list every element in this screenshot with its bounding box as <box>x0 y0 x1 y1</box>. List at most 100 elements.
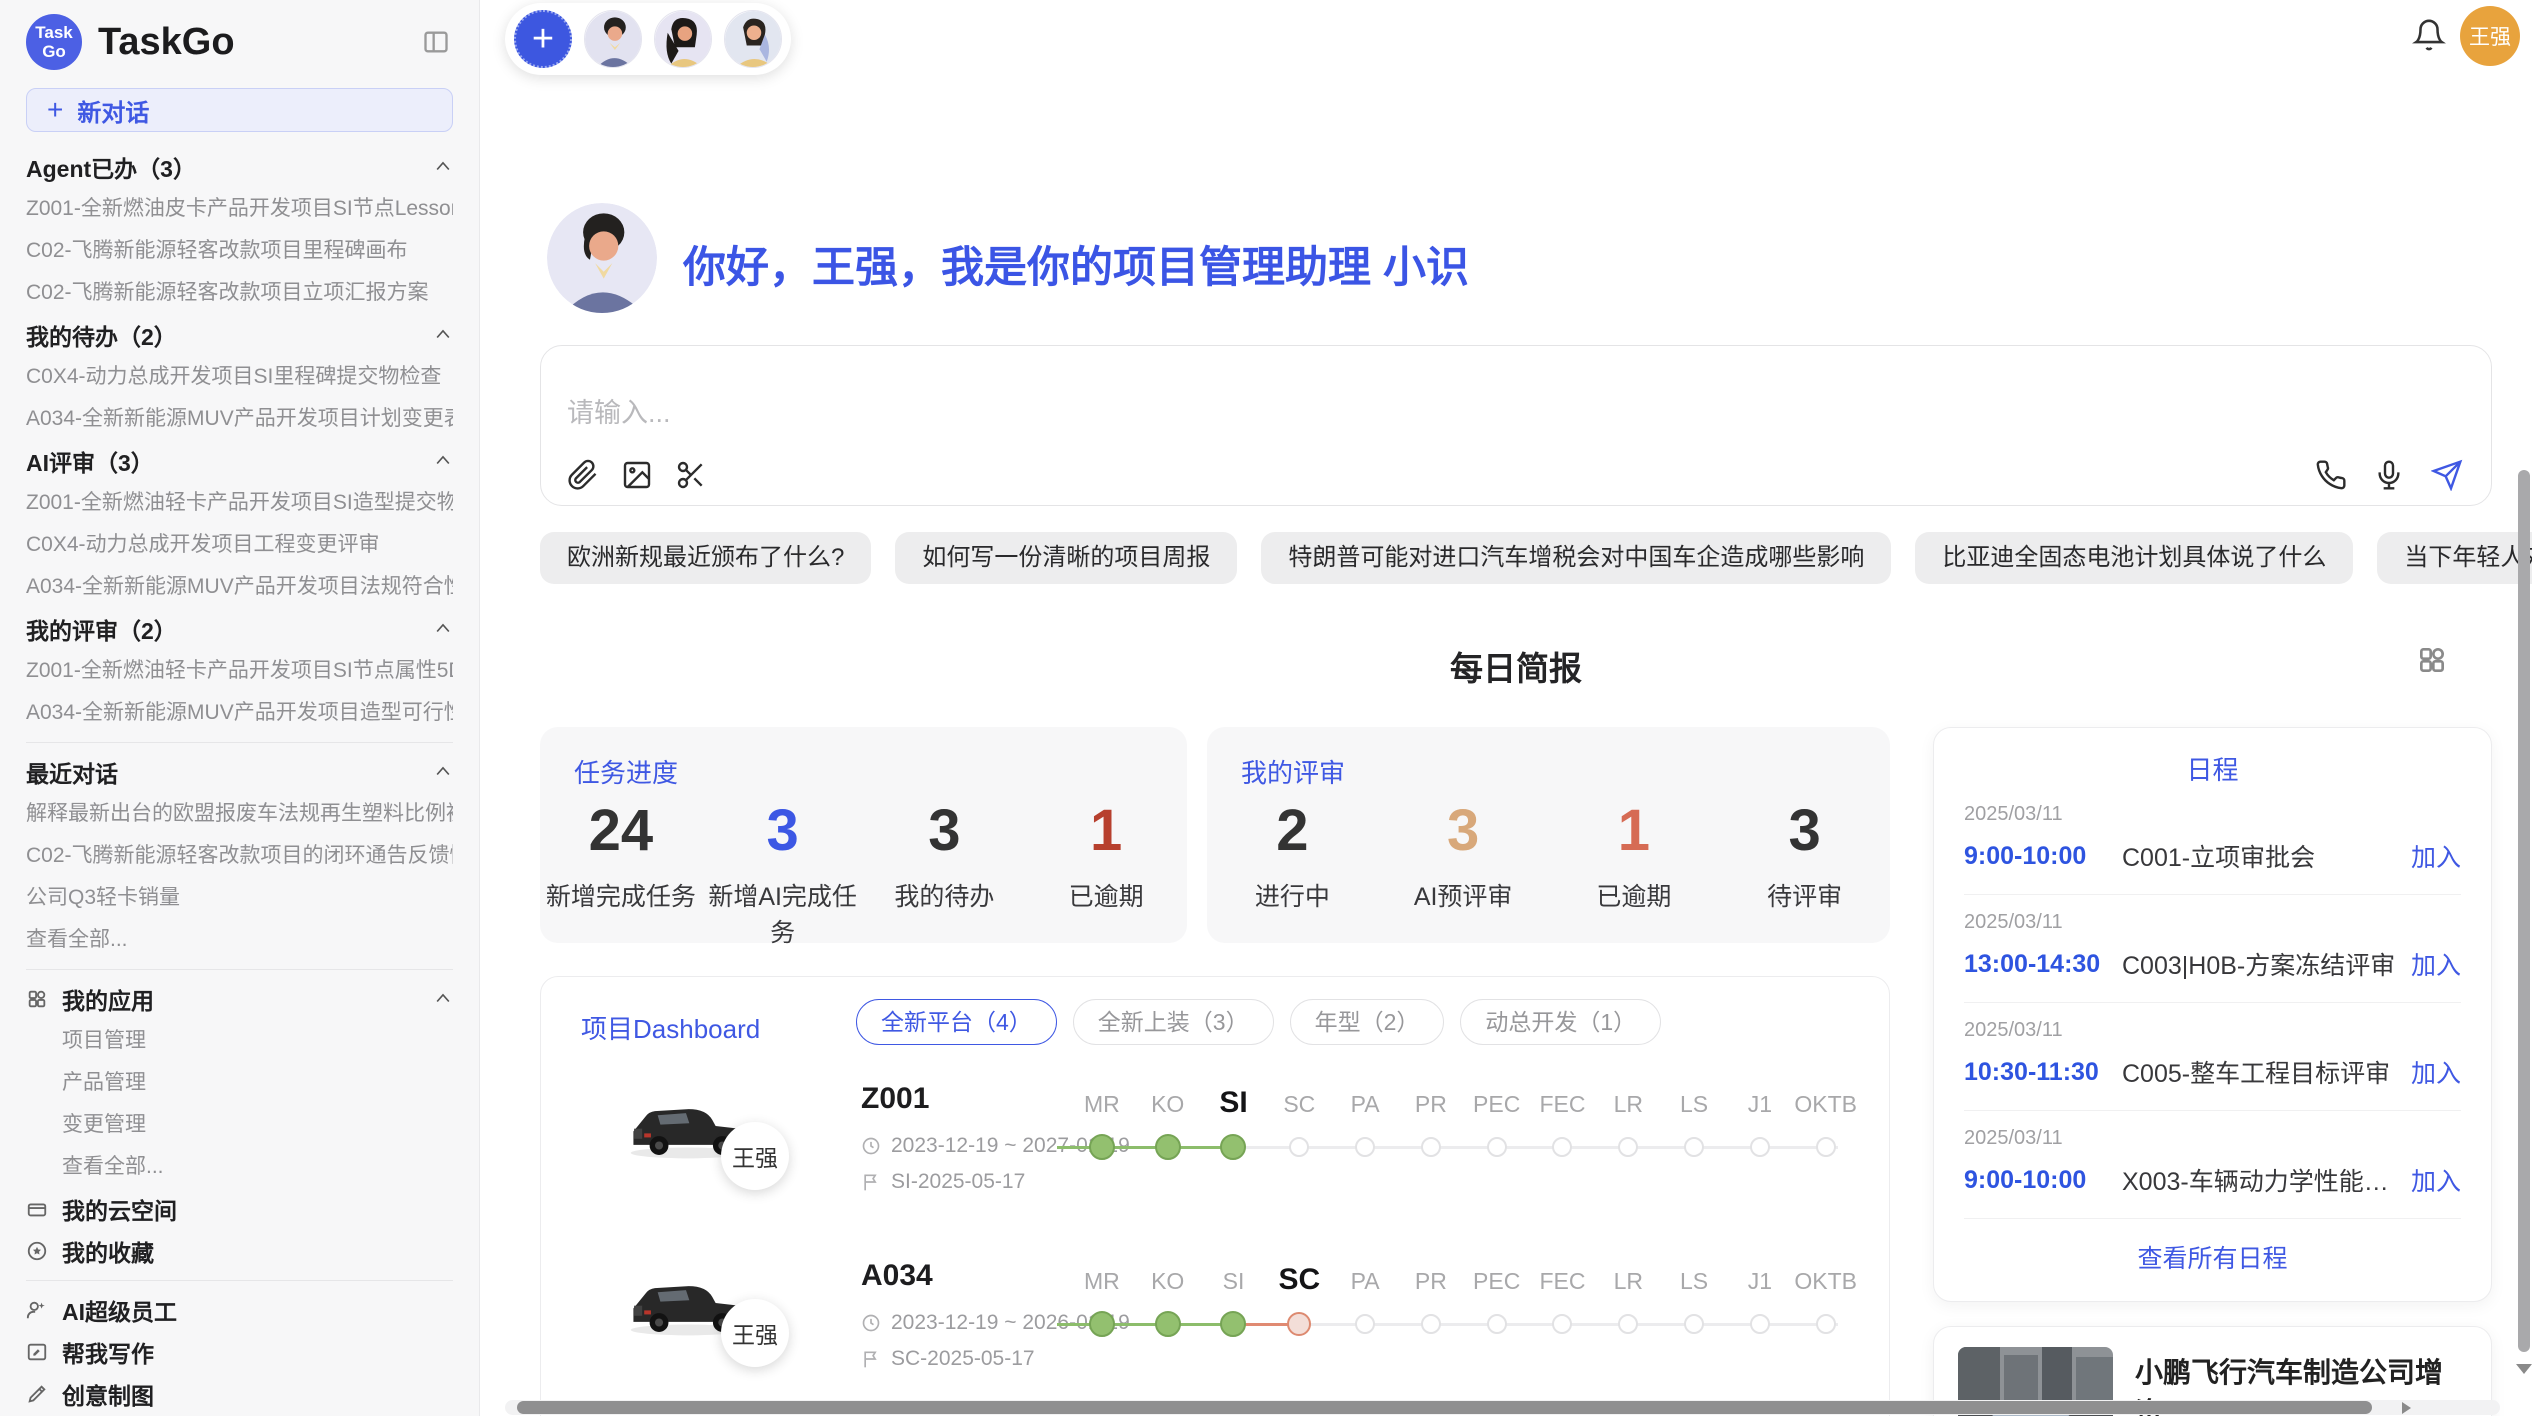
section-ai-review[interactable]: AI评审（3） <box>26 440 453 482</box>
project-row[interactable]: 王强 A034 2023-12-19 ~ 2026-01-19 SC-2025-… <box>569 1249 1864 1416</box>
sidebar-item-help-write[interactable]: 帮我写作 <box>26 1331 453 1373</box>
flag-icon <box>861 1349 881 1369</box>
sidebar-item[interactable]: C0X4-动力总成开发项目SI里程碑提交物检查 <box>26 356 441 398</box>
milestone-timeline: MRKOSISCPAPRPECFECLRLSJ1OKTB <box>1069 1086 1859 1196</box>
schedule-name: C003|H0B-方案冻结评审 <box>2122 946 2399 982</box>
section-title: 我的应用 <box>62 982 154 1016</box>
sidebar-item-favorites[interactable]: 我的收藏 <box>26 1230 453 1272</box>
join-meeting-link[interactable]: 加入 <box>2411 1054 2461 1090</box>
favorites-icon <box>26 1240 48 1262</box>
chat-input[interactable] <box>567 398 2067 429</box>
chevron-up-icon[interactable] <box>433 325 453 345</box>
scissors-icon[interactable] <box>675 459 707 491</box>
user-avatar[interactable]: 王强 <box>2460 6 2520 66</box>
recent-chat-item[interactable]: 公司Q3轻卡销量 <box>26 877 180 919</box>
session-avatar-3[interactable] <box>724 10 782 68</box>
sidebar-item[interactable]: Z001-全新燃油轻卡产品开发项目SI节点属性5D文件评审 <box>26 650 453 692</box>
scroll-right-arrow-icon[interactable] <box>2402 1402 2411 1414</box>
suggestion-chip[interactable]: 比亚迪全固态电池计划具体说了什么 <box>1915 532 2353 584</box>
horizontal-scrollbar[interactable] <box>505 1400 2500 1415</box>
suggestion-chip[interactable]: 当下年轻人对汽车外观有怎样的喜好趋势 <box>2377 532 2532 584</box>
project-owner-badge: 王强 <box>721 1299 789 1367</box>
section-recent-chats[interactable]: 最近对话 <box>26 751 453 793</box>
schedule-date: 2025/03/11 <box>1964 1019 2461 1042</box>
suggestion-chip[interactable]: 如何写一份清晰的项目周报 <box>895 532 1237 584</box>
suggestion-chip[interactable]: 特朗普可能对进口汽车增税会对中国车企造成哪些影响 <box>1261 532 1891 584</box>
schedule-time: 9:00-10:00 <box>1964 842 2122 871</box>
chevron-up-icon[interactable] <box>433 619 453 639</box>
image-icon[interactable] <box>621 459 653 491</box>
sidebar-item-creative-draw[interactable]: 创意制图 <box>26 1373 453 1415</box>
view-all-apps-link[interactable]: 查看全部... <box>62 1146 164 1188</box>
app-root: Task Go TaskGo + 新对话 Agent已办（3） Z001-全新燃… <box>0 0 2532 1416</box>
view-all-chats-link[interactable]: 查看全部... <box>26 919 128 961</box>
sidebar-item[interactable]: C0X4-动力总成开发项目工程变更评审 <box>26 524 380 566</box>
schedule-time: 10:30-11:30 <box>1964 1058 2122 1087</box>
sidebar-item-cloud-space[interactable]: 我的云空间 <box>26 1188 453 1230</box>
section-title: AI评审（3） <box>26 444 154 478</box>
scroll-down-arrow-icon[interactable] <box>2516 1364 2532 1374</box>
task-progress-title: 任务进度 <box>574 753 678 790</box>
chevron-up-icon[interactable] <box>433 762 453 782</box>
join-meeting-link[interactable]: 加入 <box>2411 1162 2461 1198</box>
sidebar-item-ai-employee[interactable]: AI超级员工 <box>26 1289 453 1331</box>
section-my-apps[interactable]: 我的应用 <box>26 978 453 1020</box>
schedule-time: 13:00-14:30 <box>1964 950 2122 979</box>
sidebar-item[interactable]: C02-飞腾新能源轻客改款项目立项汇报方案 <box>26 272 429 314</box>
clock-icon <box>861 1313 881 1333</box>
sidebar-item[interactable]: A034-全新新能源MUV产品开发项目造型可行性评审 <box>26 692 453 734</box>
project-owner-badge: 王强 <box>721 1122 789 1190</box>
suggestion-chips: 欧洲新规最近颁布了什么? 如何写一份清晰的项目周报 特朗普可能对进口汽车增税会对… <box>540 532 2532 584</box>
project-row[interactable]: 王强 Z001 2023-12-19 ~ 2027-01-19 SI-2025-… <box>569 1072 1864 1248</box>
cloud-space-icon <box>26 1198 48 1220</box>
recent-chat-item[interactable]: 解释最新出台的欧盟报废车法规再生塑料比例被调至15%... <box>26 793 453 835</box>
schedule-panel: 日程 2025/03/11 9:00-10:00 C001-立项审批会 加入 2… <box>1933 727 2492 1302</box>
tab-new-body[interactable]: 全新上装（3） <box>1073 999 1274 1045</box>
project-dashboard: 项目Dashboard 全新平台（4） 全新上装（3） 年型（2） 动总开发（1… <box>540 976 1890 1416</box>
notifications-bell-icon[interactable] <box>2412 18 2448 54</box>
vertical-scrollbar-thumb[interactable] <box>2518 470 2530 1352</box>
attachment-icon[interactable] <box>567 459 599 491</box>
microphone-icon[interactable] <box>2373 459 2405 491</box>
collapse-sidebar-icon[interactable] <box>419 25 453 59</box>
sidebar-item[interactable]: A034-全新新能源MUV产品开发项目计划变更表编写 <box>26 398 453 440</box>
app-item-project-mgmt[interactable]: 项目管理 <box>62 1020 146 1062</box>
section-title: 我的评审（2） <box>26 612 177 646</box>
plus-icon: + <box>47 94 63 126</box>
sidebar-item[interactable]: Z001-全新燃油皮卡产品开发项目SI节点Lesson Learn报告 <box>26 188 453 230</box>
chat-input-card <box>540 345 2492 506</box>
new-chat-button[interactable]: + 新对话 <box>26 88 453 132</box>
project-flag-milestone: SC-2025-05-17 <box>861 1347 1035 1371</box>
project-flag-milestone: SI-2025-05-17 <box>861 1170 1025 1194</box>
app-item-product-mgmt[interactable]: 产品管理 <box>62 1062 146 1104</box>
tab-powertrain[interactable]: 动总开发（1） <box>1460 999 1661 1045</box>
send-icon[interactable] <box>2431 459 2463 491</box>
sidebar-item[interactable]: C02-飞腾新能源轻客改款项目里程碑画布 <box>26 230 408 272</box>
join-meeting-link[interactable]: 加入 <box>2411 838 2461 874</box>
app-item-change-mgmt[interactable]: 变更管理 <box>62 1104 146 1146</box>
chevron-up-icon[interactable] <box>433 157 453 177</box>
add-session-button[interactable]: + <box>514 10 572 68</box>
section-title: 最近对话 <box>26 755 118 789</box>
schedule-name: C005-整车工程目标评审 <box>2122 1054 2399 1090</box>
tab-all-new-platform[interactable]: 全新平台（4） <box>856 999 1057 1045</box>
new-chat-label: 新对话 <box>77 93 149 128</box>
horizontal-scrollbar-thumb[interactable] <box>517 1401 2372 1414</box>
sidebar-item[interactable]: Z001-全新燃油轻卡产品开发项目SI造型提交物评审 <box>26 482 453 524</box>
layout-grid-icon[interactable] <box>2416 644 2448 676</box>
chevron-up-icon[interactable] <box>433 989 453 1009</box>
tab-model-year[interactable]: 年型（2） <box>1290 999 1445 1045</box>
join-meeting-link[interactable]: 加入 <box>2411 946 2461 982</box>
view-all-schedule-link[interactable]: 查看所有日程 <box>1964 1239 2461 1275</box>
recent-chat-item[interactable]: C02-飞腾新能源轻客改款项目的闭环通告反馈情况 <box>26 835 453 877</box>
session-avatar-2[interactable] <box>654 10 712 68</box>
chevron-up-icon[interactable] <box>433 451 453 471</box>
section-agent-done[interactable]: Agent已办（3） <box>26 146 453 188</box>
session-avatar-1[interactable] <box>584 10 642 68</box>
section-my-todo[interactable]: 我的待办（2） <box>26 314 453 356</box>
suggestion-chip[interactable]: 欧洲新规最近颁布了什么? <box>540 532 871 584</box>
phone-call-icon[interactable] <box>2315 459 2347 491</box>
sidebar-item[interactable]: A034-全新新能源MUV产品开发项目法规符合性评审 <box>26 566 453 608</box>
stat-my-todo: 3我的待办 <box>864 799 1026 949</box>
section-my-review[interactable]: 我的评审（2） <box>26 608 453 650</box>
